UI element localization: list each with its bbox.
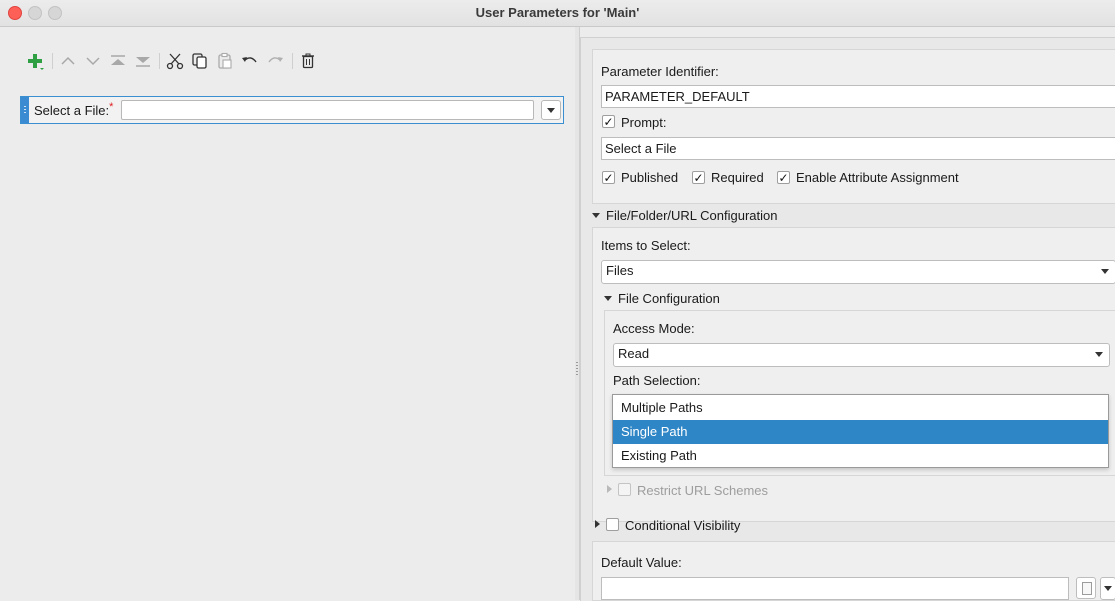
move-up-icon [61, 56, 75, 65]
copy-icon [192, 53, 207, 69]
chevron-down-icon [1101, 269, 1109, 274]
enable-attribute-assignment-checkbox[interactable]: ✓ [777, 171, 790, 184]
items-to-select-label: Items to Select: [601, 238, 691, 253]
redo-icon [268, 57, 283, 63]
path-selection-option-existing-path[interactable]: Existing Path [613, 444, 1108, 468]
parameter-row-label: Select a File:* [34, 101, 114, 118]
splitter-grip-icon [576, 362, 578, 376]
conditional-visibility-label: Conditional Visibility [625, 518, 741, 533]
move-down-icon [86, 57, 100, 66]
parameter-list-pane: Select a File:* [0, 27, 575, 600]
access-mode-label: Access Mode: [613, 321, 695, 336]
expand-triangle-icon[interactable] [592, 213, 600, 218]
paste-icon [218, 52, 232, 69]
prompt-label: Prompt: [621, 115, 667, 130]
path-selection-dropdown-list[interactable]: Multiple Paths Single Path Existing Path [612, 394, 1109, 468]
window-titlebar: User Parameters for 'Main' [0, 0, 1115, 27]
restrict-url-schemes-label: Restrict URL Schemes [637, 483, 768, 498]
delete-button[interactable] [297, 49, 319, 73]
move-bottom-button[interactable] [132, 49, 154, 73]
default-value-label: Default Value: [601, 555, 682, 570]
parameter-row-select-file[interactable]: Select a File:* [20, 96, 564, 124]
window-title: User Parameters for 'Main' [475, 5, 640, 20]
chevron-down-icon [547, 108, 555, 113]
parameter-value-dropdown-button[interactable] [541, 100, 561, 120]
enable-attribute-assignment-label: Enable Attribute Assignment [796, 170, 959, 185]
collapse-triangle-icon [607, 485, 612, 493]
browse-file-button[interactable] [1076, 577, 1096, 599]
parameter-properties-pane: Parameter Identifier: PARAMETER_DEFAULT … [580, 37, 1115, 601]
file-configuration-section-header[interactable]: File Configuration [618, 291, 720, 306]
required-marker: * [109, 101, 114, 113]
move-top-icon [111, 55, 125, 65]
path-selection-label: Path Selection: [613, 373, 701, 388]
items-to-select-value: Files [606, 263, 634, 278]
required-label: Required [711, 170, 764, 185]
default-value-input[interactable] [601, 577, 1069, 600]
file-folder-url-section-header[interactable]: File/Folder/URL Configuration [606, 208, 777, 223]
copy-button[interactable] [189, 49, 211, 73]
restrict-url-schemes-checkbox [618, 483, 631, 496]
cut-icon [166, 53, 184, 70]
required-checkbox[interactable]: ✓ [692, 171, 705, 184]
prompt-input[interactable]: Select a File [601, 137, 1115, 160]
move-bottom-icon [136, 57, 150, 67]
move-up-button[interactable] [57, 49, 79, 73]
undo-button[interactable] [239, 49, 261, 73]
chevron-down-icon [1095, 352, 1103, 357]
prompt-checkbox[interactable]: ✓ [602, 115, 615, 128]
parameter-identifier-input[interactable]: PARAMETER_DEFAULT [601, 85, 1115, 108]
add-icon [28, 54, 44, 70]
delete-icon [302, 53, 314, 69]
path-selection-option-multiple-paths[interactable]: Multiple Paths [613, 396, 1108, 420]
redo-button[interactable] [264, 49, 286, 73]
add-parameter-button[interactable] [24, 49, 46, 73]
parameter-identifier-label: Parameter Identifier: [601, 64, 719, 79]
path-selection-option-single-path[interactable]: Single Path [613, 420, 1108, 444]
published-checkbox[interactable]: ✓ [602, 171, 615, 184]
cut-button[interactable] [164, 49, 186, 73]
drag-handle[interactable] [21, 97, 29, 123]
parameter-value-input[interactable] [121, 100, 534, 120]
default-value-dropdown-button[interactable] [1100, 577, 1115, 600]
undo-icon [242, 57, 257, 63]
expand-triangle-icon[interactable] [604, 296, 612, 301]
items-to-select-dropdown[interactable]: Files [601, 260, 1115, 284]
access-mode-value: Read [618, 346, 650, 361]
move-down-button[interactable] [82, 49, 104, 73]
paste-button[interactable] [214, 49, 236, 73]
collapse-triangle-icon[interactable] [595, 520, 600, 528]
move-top-button[interactable] [107, 49, 129, 73]
chevron-down-icon [1104, 586, 1112, 591]
conditional-visibility-checkbox[interactable] [606, 518, 619, 531]
access-mode-dropdown[interactable]: Read [613, 343, 1110, 367]
published-label: Published [621, 170, 679, 185]
